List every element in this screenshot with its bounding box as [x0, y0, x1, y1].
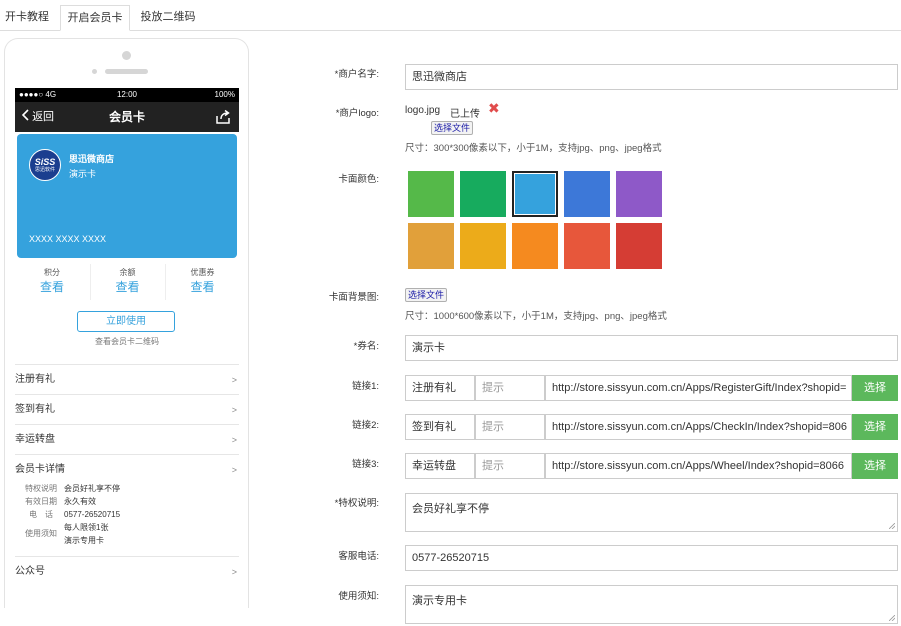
member-card-preview: SiSS 思迅软件 思迅微商店 演示卡 XXXX XXXX XXXX: [17, 134, 237, 258]
status-time: 12:00: [116, 90, 138, 99]
tab-bar: 开卡教程 开启会员卡 投放二维码: [0, 0, 901, 31]
link1-hint-input[interactable]: 提示: [475, 375, 545, 401]
link3-name-input[interactable]: 幸运转盘: [405, 453, 475, 479]
service-phone-label: 客服电话:: [338, 551, 379, 562]
logo-choose-file-button[interactable]: 选择文件: [431, 121, 474, 135]
view-qrcode-link[interactable]: 查看会员卡二维码: [15, 336, 239, 347]
link2-name-input[interactable]: 签到有礼: [405, 414, 475, 440]
detail-row: 使用须知 每人限领1张 演示专用卡: [25, 523, 109, 545]
coupon-name-input[interactable]: 演示卡: [405, 335, 898, 361]
card-details: 特权说明 会员好礼享不停 有效日期 永久有效 电 话 0577-26520715…: [23, 482, 233, 547]
link2-hint-input[interactable]: 提示: [475, 414, 545, 440]
logo-size-hint: 尺寸：300*300像素以下，小于1M，支持jpg、png、jpeg格式: [405, 143, 662, 154]
color-swatch[interactable]: [408, 223, 454, 269]
stat-balance: 余额 查看: [90, 264, 164, 300]
bg-choose-file-button[interactable]: 选择文件: [405, 288, 448, 302]
link1-url-input[interactable]: http://store.sissyun.com.cn/Apps/Registe…: [545, 375, 852, 401]
detail-row: 电 话 0577-26520715: [29, 510, 121, 519]
card-type: 演示卡: [69, 169, 97, 179]
color-swatch[interactable]: [616, 223, 662, 269]
detail-row: 特权说明 会员好礼享不停: [25, 484, 120, 493]
color-swatch[interactable]: [564, 223, 610, 269]
color-swatch[interactable]: [408, 171, 454, 217]
use-now-button[interactable]: 立即使用: [77, 311, 175, 332]
logo-upload-status: 已上传: [450, 109, 480, 120]
privilege-textarea[interactable]: 会员好礼享不停: [405, 493, 898, 532]
link3-select-button[interactable]: 选择: [852, 453, 898, 479]
bg-size-hint: 尺寸：1000*600像素以下，小于1M，支持jpg、png、jpeg格式: [405, 311, 667, 322]
menu-official-account[interactable]: 公众号 >: [15, 556, 239, 586]
menu-lucky-wheel[interactable]: 幸运转盘 >: [15, 424, 239, 454]
merchant-logo: SiSS 思迅软件: [29, 149, 61, 181]
phone-sensor: [92, 69, 97, 74]
color-swatch[interactable]: [460, 171, 506, 217]
back-button[interactable]: 返回: [21, 102, 54, 132]
link1-label: 链接1:: [352, 381, 379, 392]
card-bg-label: 卡面背景图:: [328, 292, 379, 303]
battery-indicator: 100%: [214, 90, 235, 99]
color-swatch[interactable]: [512, 171, 558, 217]
link2-select-button[interactable]: 选择: [852, 414, 898, 440]
link1-select-button[interactable]: 选择: [852, 375, 898, 401]
link2-label: 链接2:: [352, 420, 379, 431]
merchant-name-input[interactable]: 思迅微商店: [405, 64, 898, 90]
notice-label: 使用须知:: [338, 591, 379, 602]
privilege-label: *特权说明:: [334, 498, 379, 509]
menu-card-details[interactable]: 会员卡详情 >: [15, 454, 239, 484]
back-label: 返回: [32, 111, 55, 123]
delete-icon[interactable]: ✖: [488, 101, 502, 115]
phone-screen: ●●●●○ 4G 12:00 100% 会员卡 返回 SiSS 思迅软件 思迅微…: [15, 88, 239, 608]
menu-register-gift[interactable]: 注册有礼 >: [15, 364, 239, 394]
card-number: XXXX XXXX XXXX: [29, 234, 107, 244]
notice-textarea[interactable]: 演示专用卡: [405, 585, 898, 624]
card-stats: 积分 查看 余额 查看 优惠券 查看: [15, 264, 239, 304]
view-points-link[interactable]: 查看: [15, 280, 89, 294]
tab-enable-member-card[interactable]: 开启会员卡: [60, 5, 130, 31]
service-phone-input[interactable]: 0577-26520715: [405, 545, 898, 571]
link3-hint-input[interactable]: 提示: [475, 453, 545, 479]
color-swatch[interactable]: [616, 171, 662, 217]
color-swatch[interactable]: [460, 223, 506, 269]
merchant-logo-label: *商户logo:: [335, 108, 379, 119]
logo-filename: logo.jpg: [405, 105, 441, 116]
phone-speaker: [105, 69, 148, 74]
color-swatch[interactable]: [564, 171, 610, 217]
resize-handle-icon[interactable]: [889, 615, 895, 621]
tab-publish-qrcode[interactable]: 投放二维码: [134, 5, 202, 31]
phone-navbar: 会员卡 返回: [15, 102, 239, 132]
status-bar: ●●●●○ 4G 12:00 100%: [15, 88, 239, 102]
link2-url-input[interactable]: http://store.sissyun.com.cn/Apps/CheckIn…: [545, 414, 852, 440]
chevron-left-icon: [21, 109, 29, 121]
view-balance-link[interactable]: 查看: [91, 280, 164, 294]
menu-checkin-gift[interactable]: 签到有礼 >: [15, 394, 239, 424]
link3-label: 链接3:: [352, 459, 379, 470]
phone-preview: ●●●●○ 4G 12:00 100% 会员卡 返回 SiSS 思迅软件 思迅微…: [4, 38, 249, 608]
phone-camera: [122, 51, 131, 60]
tab-card-tutorial[interactable]: 开卡教程: [0, 5, 54, 31]
link3-url-input[interactable]: http://store.sissyun.com.cn/Apps/Wheel/I…: [545, 453, 852, 479]
coupon-name-label: *券名:: [353, 341, 379, 352]
detail-row: 有效日期 永久有效: [25, 497, 96, 506]
card-merchant-name: 思迅微商店: [69, 154, 115, 164]
stat-points: 积分 查看: [15, 264, 89, 300]
resize-handle-icon[interactable]: [889, 523, 895, 529]
card-color-label: 卡面颜色:: [338, 174, 379, 185]
color-swatch[interactable]: [512, 223, 558, 269]
link1-name-input[interactable]: 注册有礼: [405, 375, 475, 401]
merchant-name-label: *商户名字:: [334, 69, 379, 80]
